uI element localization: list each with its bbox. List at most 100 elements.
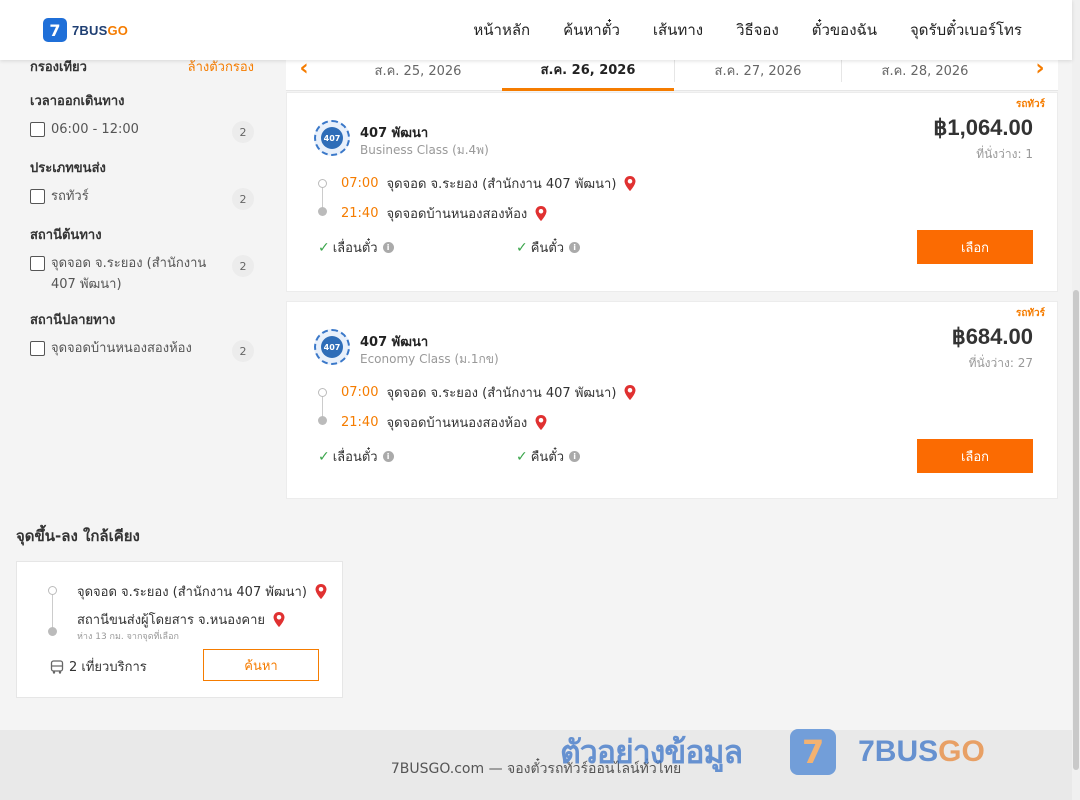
operator-name: 407 พัฒนา [360,126,429,141]
timeline-destination-dot [318,207,327,216]
timeline-origin-dot [48,586,57,595]
watermark-logo-mark: 7 [790,729,837,775]
filter-option-left: รถทัวร์ [30,188,89,207]
nav-how-to-book[interactable]: วิธีจอง [736,18,779,42]
bus-class: Business Class (ม.4พ) [360,143,489,157]
info-icon[interactable]: i [569,242,581,253]
main-nav: หน้าหลัก ค้นหาตั๋ว เส้นทาง วิธีจอง ตั๋วข… [440,0,1022,60]
feature-reschedule: ✓ เลื่อนตั๋ว i [318,237,394,258]
filter-checkbox[interactable] [30,256,45,271]
filter-option[interactable]: 06:00 - 12:00 2 [30,121,254,143]
map-pin-icon[interactable] [623,175,637,192]
feature-reschedule: ✓ เลื่อนตั๋ว i [318,446,394,467]
filter-option[interactable]: จุดจอดบ้านหนองสองห้อง 2 [30,340,254,362]
map-pin-icon[interactable] [623,384,637,401]
timeline-origin-dot [318,388,327,397]
departure-time: 07:00 [341,385,379,400]
map-pin-icon[interactable] [272,611,286,628]
filter-option-left: 06:00 - 12:00 [30,121,139,140]
departure-time: 07:00 [341,176,379,191]
filter-count-badge: 2 [232,121,254,143]
filter-checkbox[interactable] [30,122,45,137]
nearby-destination-name: สถานีขนส่งผู้โดยสาร จ.หนองคาย [77,613,266,628]
filter-option[interactable]: รถทัวร์ 2 [30,188,254,210]
select-trip-button[interactable]: เลือก [917,230,1033,264]
map-pin-icon[interactable] [534,414,548,431]
select-trip-button[interactable]: เลือก [917,439,1033,473]
page-scrollbar[interactable] [1072,0,1080,800]
arrival-stop: 21:40 จุดจอดบ้านหนองสองห้อง [341,412,548,433]
operator-logo-text: 407 [321,127,343,149]
arrival-time: 21:40 [341,415,379,430]
check-icon: ✓ [318,448,330,465]
arrival-time: 21:40 [341,206,379,221]
operator-logo-text: 407 [321,336,343,358]
map-pin-icon[interactable] [314,583,328,600]
timeline-origin-dot [318,179,327,188]
info-icon[interactable]: i [382,451,394,462]
filter-section-title: สถานีต้นทาง [30,228,102,243]
departure-stop-name: จุดจอด จ.ระยอง (สำนักงาน 407 พัฒนา) [386,386,617,401]
arrival-stop-name: จุดจอดบ้านหนองสองห้อง [386,416,528,431]
filter-option-left: จุดจอด จ.ระยอง (สำนักงาน 407 พัฒนา) [30,255,211,295]
bus-icon [50,659,64,674]
filter-checkbox[interactable] [30,341,45,356]
nearby-route-card: จุดจอด จ.ระยอง (สำนักงาน 407 พัฒนา) สถาน… [16,561,343,698]
watermark-brand: 7BUSGO [858,735,985,769]
check-icon: ✓ [516,448,528,465]
info-icon[interactable]: i [382,242,394,253]
filter-option[interactable]: จุดจอด จ.ระยอง (สำนักงาน 407 พัฒนา) 2 [30,255,254,295]
arrival-stop: 21:40 จุดจอดบ้านหนองสองห้อง [341,203,548,224]
site-logo[interactable]: 7 7BUSGO [43,18,128,42]
logo-mark: 7 [43,18,67,42]
departure-stop: 07:00 จุดจอด จ.ระยอง (สำนักงาน 407 พัฒนา… [341,173,637,194]
logo-text: 7BUSGO [72,23,128,38]
nearby-distance: ห่าง 13 กม. จากจุดที่เลือก [77,632,179,642]
nav-routes[interactable]: เส้นทาง [653,18,703,42]
nearby-trip-count: 2 เที่ยวบริการ [50,656,147,677]
seats-available: ที่นั่งว่าง: 1 [976,147,1033,161]
trip-card: รถทัวร์ 407 407 พัฒนา Economy Class (ม.1… [286,301,1058,499]
filter-section-departure-time: เวลาออกเดินทาง 06:00 - 12:00 2 [30,90,254,143]
timeline-destination-dot [318,416,327,425]
feature-label: คืนตั๋ว [530,241,565,256]
filter-option-left: จุดจอดบ้านหนองสองห้อง [30,340,192,359]
filter-count-badge: 2 [232,188,254,210]
seats-available: ที่นั่งว่าง: 27 [968,356,1033,370]
nav-my-tickets[interactable]: ตั๋วของฉัน [812,18,877,42]
arrival-stop-name: จุดจอดบ้านหนองสองห้อง [386,207,528,222]
nearby-search-button[interactable]: ค้นหา [203,649,319,681]
filter-count-badge: 2 [232,255,254,277]
departure-stop-name: จุดจอด จ.ระยอง (สำนักงาน 407 พัฒนา) [386,177,617,192]
filter-section-origin: สถานีต้นทาง จุดจอด จ.ระยอง (สำนักงาน 407… [30,224,254,295]
feature-refund: ✓ คืนตั๋ว i [516,237,581,258]
nav-home[interactable]: หน้าหลัก [473,18,530,42]
watermark-text: ตัวอย่างข้อมูล [560,732,743,771]
trip-card: รถทัวร์ 407 407 พัฒนา Business Class (ม.… [286,92,1058,292]
sample-data-watermark: ตัวอย่างข้อมูล 7 7BUSGO [560,724,985,780]
nearby-origin-name: จุดจอด จ.ระยอง (สำนักงาน 407 พัฒนา) [77,585,307,600]
nav-ticket-pickup[interactable]: จุดรับตั๋วเบอร์โทร [910,18,1022,42]
timeline-destination-dot [48,627,57,636]
scrollbar-thumb[interactable] [1073,290,1079,770]
logo-text-accent: GO [107,22,129,38]
info-icon[interactable]: i [569,451,581,462]
operator-logo: 407 [314,120,350,156]
nav-search-ticket[interactable]: ค้นหาตั๋ว [563,18,620,42]
feature-label: เลื่อนตั๋ว [332,450,378,465]
filter-section-title: สถานีปลายทาง [30,313,116,328]
watermark-brand-accent: GO [938,735,985,768]
filter-option-label: จุดจอด จ.ระยอง (สำนักงาน 407 พัฒนา) [51,256,207,292]
operator-name: 407 พัฒนา [360,335,429,350]
map-pin-icon[interactable] [534,205,548,222]
filter-sidebar: กรองเที่ยว ล้างตัวกรอง เวลาออกเดินทาง 06… [30,56,254,372]
check-icon: ✓ [516,239,528,256]
logo-text-main: 7BUS [72,22,108,38]
filter-checkbox[interactable] [30,189,45,204]
check-icon: ✓ [318,239,330,256]
trip-price: ฿1,064.00 [933,115,1033,140]
transport-type-label: รถทัวร์ [1015,308,1045,319]
nearby-trip-count-label: 2 เที่ยวบริการ [69,660,147,675]
filter-section-title: ประเภทขนส่ง [30,161,106,176]
nearby-stops-title: จุดขึ้น-ลง ใกล้เคียง [16,527,140,545]
